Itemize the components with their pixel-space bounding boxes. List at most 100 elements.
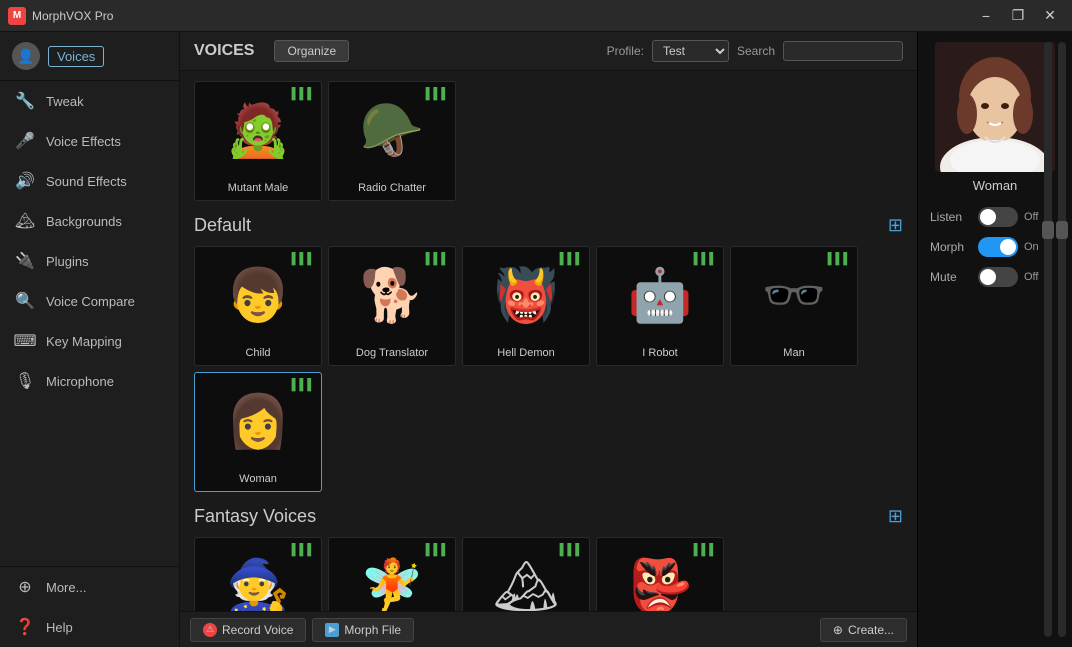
window-controls: − ❐ ✕ <box>972 5 1064 27</box>
fantasy-section-label: Fantasy Voices <box>194 506 316 527</box>
search-label: Search <box>737 44 775 58</box>
voice-card-man[interactable]: ▌▌▌ 🕶️ Man <box>730 246 858 366</box>
i-robot-image: 🤖 <box>597 247 723 343</box>
voices-nav-label[interactable]: Voices <box>48 46 104 67</box>
plugins-icon: 🔌 <box>14 250 36 272</box>
sidebar-item-key-mapping[interactable]: ⌨ Key Mapping <box>0 321 179 361</box>
voice-card-radio-chatter[interactable]: ▌▌▌ 🪖 Radio Chatter <box>328 81 456 201</box>
preview-image <box>935 42 1055 172</box>
sidebar-item-help[interactable]: ❓ Help <box>0 607 179 647</box>
profile-select[interactable]: Test Default Gaming Meeting <box>652 40 729 62</box>
morph-track[interactable] <box>978 237 1018 257</box>
mute-toggle[interactable] <box>978 267 1018 287</box>
child-image: 👦 <box>195 247 321 343</box>
restore-button[interactable]: ❐ <box>1004 5 1032 27</box>
fantasy-expand-icon[interactable]: ⊞ <box>888 506 903 527</box>
listen-thumb <box>980 209 996 225</box>
listen-toggle[interactable] <box>978 207 1018 227</box>
voice-card-nasty-gnome[interactable]: ▌▌▌ 👺 Nasty Gnome <box>596 537 724 611</box>
sidebar-item-tweak[interactable]: 🔧 Tweak <box>0 81 179 121</box>
sidebar-item-microphone[interactable]: 🎙 Microphone <box>0 361 179 401</box>
right-panel: Woman Listen Off Morph On Mute <box>917 32 1072 647</box>
morph-control: Morph On <box>930 237 1060 257</box>
main-layout: 👤 Voices 🔧 Tweak 🎤 Voice Effects 🔊 Sound… <box>0 32 1072 647</box>
microphone-icon: 🎙 <box>14 370 36 392</box>
sidebar-item-sound-effects[interactable]: 🔊 Sound Effects <box>0 161 179 201</box>
voice-card-child[interactable]: ▌▌▌ 👦 Child <box>194 246 322 366</box>
profile-label: Profile: <box>607 44 644 58</box>
backgrounds-icon: 🏔 <box>14 210 36 232</box>
sidebar-label-tweak: Tweak <box>46 94 84 109</box>
more-icon: ⊕ <box>14 576 36 598</box>
create-label: Create... <box>848 623 894 637</box>
man-image: 🕶️ <box>731 247 857 343</box>
sidebar-bottom: ⊕ More... ❓ Help <box>0 566 179 647</box>
morph-file-button[interactable]: ▶ Morph File <box>312 618 414 642</box>
preview-name: Woman <box>973 178 1018 193</box>
sidebar-item-more[interactable]: ⊕ More... <box>0 567 179 607</box>
female-pixie-image: 🧚 <box>329 538 455 611</box>
create-button[interactable]: ⊕ Create... <box>820 618 907 642</box>
mute-track[interactable] <box>978 267 1018 287</box>
voice-card-dog-translator[interactable]: ▌▌▌ 🐕 Dog Translator <box>328 246 456 366</box>
default-section-label: Default <box>194 215 251 236</box>
slider-thumb-1[interactable] <box>1042 221 1054 239</box>
sidebar-label-microphone: Microphone <box>46 374 114 389</box>
voice-area[interactable]: ▌▌▌ 🧟 Mutant Male ▌▌▌ 🪖 Radio Chatter De… <box>180 71 917 611</box>
voice-card-female-pixie[interactable]: ▌▌▌ 🧚 Female Pixie <box>328 537 456 611</box>
sound-effects-icon: 🔊 <box>14 170 36 192</box>
voice-card-i-robot[interactable]: ▌▌▌ 🤖 I Robot <box>596 246 724 366</box>
voice-card-giant[interactable]: ▌▌▌ 🏔 Giant <box>462 537 590 611</box>
woman-image: 👩 <box>195 373 321 469</box>
sidebar-item-backgrounds[interactable]: 🏔 Backgrounds <box>0 201 179 241</box>
record-voice-button[interactable]: ⚠ Record Voice <box>190 618 306 642</box>
voice-name-child: Child <box>245 347 270 359</box>
slider-track-1[interactable] <box>1044 42 1052 637</box>
top-voice-grid: ▌▌▌ 🧟 Mutant Male ▌▌▌ 🪖 Radio Chatter <box>194 81 903 201</box>
sidebar-top: 👤 Voices <box>0 32 179 81</box>
hell-demon-image: 👹 <box>463 247 589 343</box>
content-header: VOICES Organize Profile: Test Default Ga… <box>180 32 917 71</box>
morph-file-label: Morph File <box>344 623 401 637</box>
mutant-male-image: 🧟 <box>195 82 321 178</box>
slider-thumb-2[interactable] <box>1056 221 1068 239</box>
voice-name-man: Man <box>783 347 804 359</box>
voice-card-mutant-male[interactable]: ▌▌▌ 🧟 Mutant Male <box>194 81 322 201</box>
profile-area: Profile: Test Default Gaming Meeting Sea… <box>607 40 903 62</box>
voice-name-radio-chatter: Radio Chatter <box>358 182 426 194</box>
sidebar-label-plugins: Plugins <box>46 254 89 269</box>
search-input[interactable] <box>783 41 903 61</box>
default-expand-icon[interactable]: ⊞ <box>888 215 903 236</box>
minimize-button[interactable]: − <box>972 5 1000 27</box>
dwarf-image: 🧙 <box>195 538 321 611</box>
voice-card-dwarf[interactable]: ▌▌▌ 🧙 Dwarf <box>194 537 322 611</box>
nasty-gnome-image: 👺 <box>597 538 723 611</box>
listen-label: Listen <box>930 210 972 224</box>
panel-sliders <box>1044 42 1066 637</box>
morph-file-icon: ▶ <box>325 623 339 637</box>
listen-control: Listen Off <box>930 207 1060 227</box>
voice-card-hell-demon[interactable]: ▌▌▌ 👹 Hell Demon <box>462 246 590 366</box>
voice-card-woman[interactable]: ▌▌▌ 👩 Woman <box>194 372 322 492</box>
morph-toggle[interactable] <box>978 237 1018 257</box>
slider-track-2[interactable] <box>1058 42 1066 637</box>
key-mapping-icon: ⌨ <box>14 330 36 352</box>
sidebar-item-plugins[interactable]: 🔌 Plugins <box>0 241 179 281</box>
morph-label: Morph <box>930 240 972 254</box>
fantasy-voice-grid: ▌▌▌ 🧙 Dwarf ▌▌▌ 🧚 Female Pixie ▌▌▌ 🏔 Gia… <box>194 537 903 611</box>
radio-chatter-image: 🪖 <box>329 82 455 178</box>
record-icon: ⚠ <box>203 623 217 637</box>
sidebar-item-voice-compare[interactable]: 🔍 Voice Compare <box>0 281 179 321</box>
close-button[interactable]: ✕ <box>1036 5 1064 27</box>
record-label: Record Voice <box>222 623 293 637</box>
create-plus-icon: ⊕ <box>833 623 843 637</box>
sidebar-label-key-mapping: Key Mapping <box>46 334 122 349</box>
titlebar: M MorphVOX Pro − ❐ ✕ <box>0 0 1072 32</box>
mute-control: Mute Off <box>930 267 1060 287</box>
listen-track[interactable] <box>978 207 1018 227</box>
app-icon: M <box>8 7 26 25</box>
voice-compare-icon: 🔍 <box>14 290 36 312</box>
sidebar-item-voice-effects[interactable]: 🎤 Voice Effects <box>0 121 179 161</box>
organize-button[interactable]: Organize <box>274 40 349 62</box>
morph-thumb <box>1000 239 1016 255</box>
